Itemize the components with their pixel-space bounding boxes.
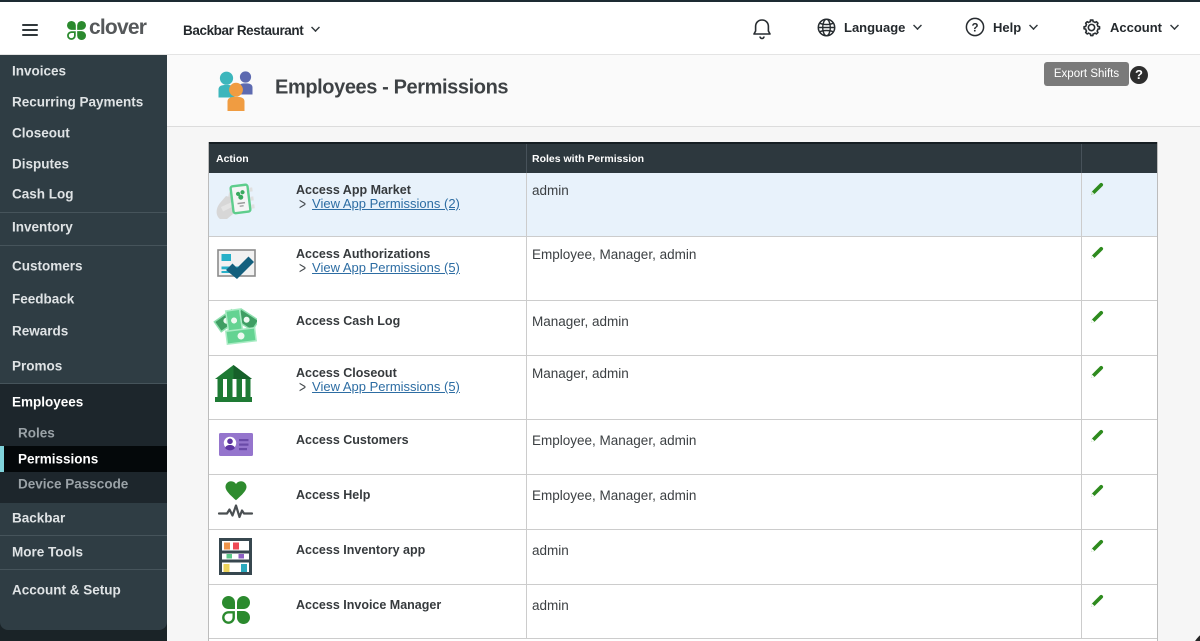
svg-text:?: ? [971, 22, 978, 34]
